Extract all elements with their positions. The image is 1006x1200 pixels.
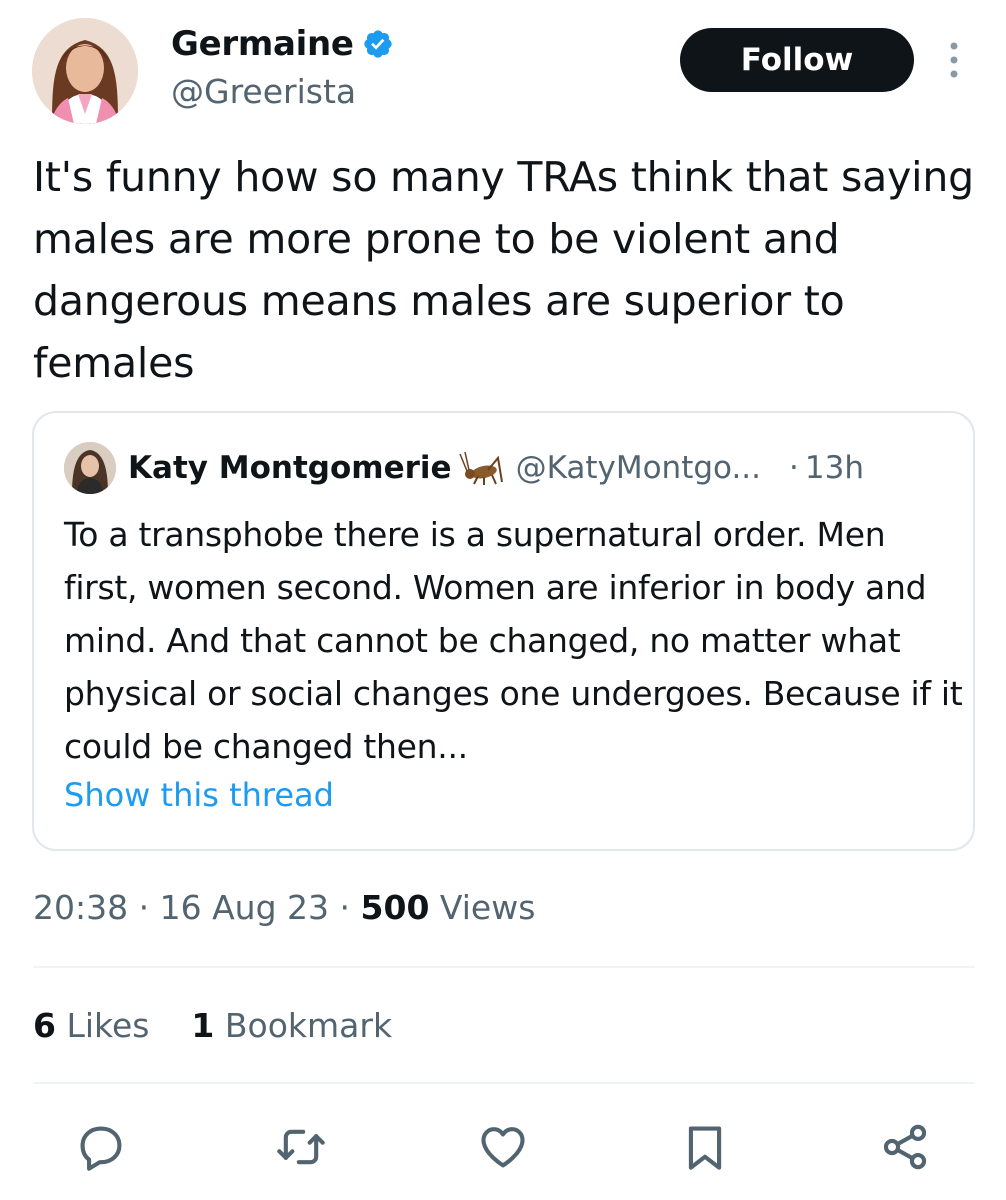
likes-label: Likes [66, 1006, 150, 1045]
meta-separator: · [138, 888, 150, 927]
tweet-meta: 20:38 · 16 Aug 23 · 500 Views [33, 888, 535, 927]
quoted-tweet-header: Katy Montgomerie @KatyMontgo... · 13h [128, 448, 864, 488]
quoted-author-handle[interactable]: @KatyMontgo... [516, 450, 761, 486]
views-label: Views [439, 888, 536, 927]
meta-separator: · [339, 888, 351, 927]
likes-stat[interactable]: 6 Likes [33, 1006, 149, 1045]
separator-dot: · [789, 450, 799, 486]
like-button[interactable] [474, 1118, 532, 1176]
reply-button[interactable] [72, 1118, 130, 1176]
like-icon [481, 1127, 525, 1168]
tweet-date[interactable]: 16 Aug 23 [160, 888, 329, 927]
author-name[interactable]: Germaine [171, 24, 354, 64]
views-count: 500 [360, 888, 430, 927]
quoted-tweet-text: To a transphobe there is a supernatural … [64, 515, 963, 766]
bookmarks-count: 1 [191, 1006, 215, 1045]
bookmark-icon [688, 1126, 722, 1170]
share-icon [883, 1124, 927, 1170]
author-name-row[interactable]: Germaine [171, 24, 394, 64]
tweet-stats: 6 Likes 1 Bookmark [33, 1006, 392, 1045]
bookmark-button[interactable] [676, 1118, 734, 1176]
follow-button[interactable]: Follow [680, 28, 914, 92]
retweet-button[interactable] [272, 1118, 330, 1176]
quoted-author-avatar[interactable] [64, 442, 116, 494]
show-thread-link[interactable]: Show this thread [64, 776, 334, 814]
reply-icon [80, 1126, 122, 1171]
divider [33, 966, 975, 968]
retweet-icon [277, 1129, 325, 1165]
cricket-icon [458, 451, 503, 485]
tweet-text: It's funny how so many TRAs think that s… [33, 153, 974, 387]
bookmarks-label: Bookmark [224, 1006, 393, 1045]
likes-count: 6 [33, 1006, 56, 1045]
divider [33, 1082, 975, 1084]
verified-badge-icon [363, 30, 392, 58]
share-button[interactable] [876, 1118, 934, 1176]
quoted-tweet-time[interactable]: 13h [805, 450, 864, 486]
bookmarks-stat[interactable]: 1 Bookmark [191, 1006, 392, 1045]
more-options-icon[interactable] [943, 40, 965, 80]
author-avatar[interactable] [32, 18, 138, 124]
quoted-author-name[interactable]: Katy Montgomerie [128, 450, 452, 486]
tweet-time[interactable]: 20:38 [33, 888, 128, 927]
author-handle[interactable]: @Greerista [171, 72, 356, 111]
